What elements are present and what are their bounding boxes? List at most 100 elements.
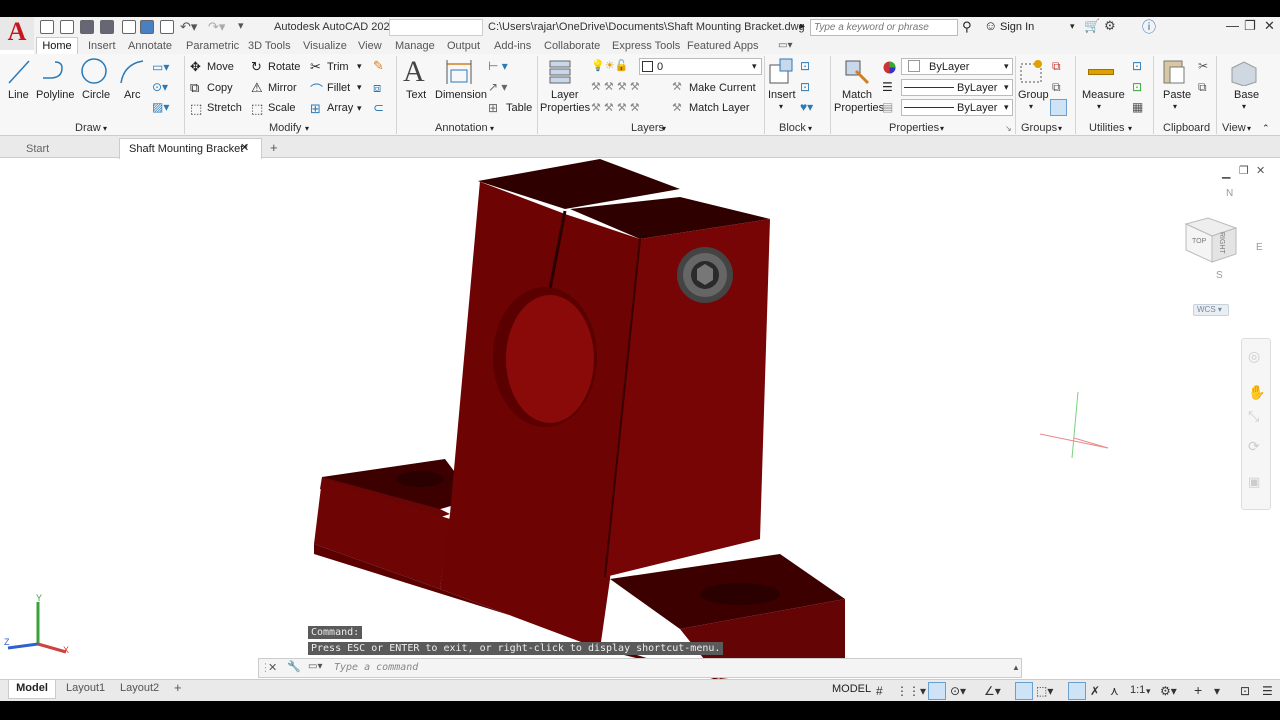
workspace-gear-icon[interactable]: ⚙▾ xyxy=(1160,684,1177,698)
table-button[interactable]: Table xyxy=(506,102,532,114)
insert-dropdown-icon[interactable]: ▾ xyxy=(779,102,783,111)
paste-dropdown-icon[interactable]: ▾ xyxy=(1173,102,1177,111)
circle-button[interactable]: Circle xyxy=(82,89,110,101)
layer-dropdown-arrow-icon[interactable]: ▾ xyxy=(752,61,757,72)
command-close-icon[interactable]: ✕ xyxy=(268,661,277,674)
save-as-icon[interactable] xyxy=(100,20,114,34)
leader-icon[interactable]: ⊢ ▾ xyxy=(488,59,508,73)
tab-express-tools[interactable]: Express Tools xyxy=(612,40,680,52)
ortho-toggle[interactable] xyxy=(928,682,946,700)
move-button[interactable]: Move xyxy=(207,61,234,73)
tab-layout1[interactable]: Layout1 xyxy=(66,682,105,694)
quick-select-icon[interactable]: ⊡ xyxy=(1132,59,1142,73)
save-icon[interactable] xyxy=(80,20,94,34)
scale-button[interactable]: Scale xyxy=(268,102,296,114)
stretch-button[interactable]: Stretch xyxy=(207,102,242,114)
annotation-panel-expand-icon[interactable]: ▾ xyxy=(490,124,494,133)
snap-icon[interactable]: ⋮⋮▾ xyxy=(896,684,926,698)
fillet-button[interactable]: Fillet xyxy=(327,82,350,94)
rotate-button[interactable]: Rotate xyxy=(268,61,300,73)
erase-icon[interactable]: ✎ xyxy=(373,58,384,74)
arc-button[interactable]: Arc xyxy=(124,89,141,101)
copy-clip-icon[interactable]: ⧉ xyxy=(1198,80,1207,95)
match-properties-label-2[interactable]: Properties xyxy=(834,102,884,114)
viewcube-top-label[interactable]: TOP xyxy=(1192,238,1206,245)
multileader-icon[interactable]: ↗ ▾ xyxy=(488,80,507,94)
viewcube-east-label[interactable]: E xyxy=(1256,242,1263,253)
annotation-scale-icon[interactable]: ⋏ xyxy=(1110,684,1119,698)
tab-parametric[interactable]: Parametric xyxy=(186,40,239,52)
edit-block-icon[interactable]: ⊡ xyxy=(800,80,810,94)
minimize-icon[interactable]: — xyxy=(1226,18,1239,33)
mirror-button[interactable]: Mirror xyxy=(268,82,297,94)
measure-dropdown-icon[interactable]: ▾ xyxy=(1097,102,1101,111)
customize-status-icon[interactable]: ☰ xyxy=(1262,684,1273,698)
gradient-icon[interactable]: ▨▾ xyxy=(152,100,169,114)
trim-button[interactable]: Trim xyxy=(327,61,349,73)
share-icon[interactable] xyxy=(140,20,154,34)
draw-panel-expand-icon[interactable]: ▾ xyxy=(103,124,107,133)
tab-add-ins[interactable]: Add-ins xyxy=(494,40,531,52)
steering-wheel-icon[interactable]: ◎ xyxy=(1248,348,1260,365)
properties-panel-label[interactable]: Properties xyxy=(889,122,939,134)
tab-layout2[interactable]: Layout2 xyxy=(120,682,159,694)
properties-panel-expand-icon[interactable]: ▾ xyxy=(940,124,944,133)
array-button[interactable]: Array xyxy=(327,102,353,114)
layers-panel-expand-icon[interactable]: ▾ xyxy=(662,124,666,133)
tab-collaborate[interactable]: Collaborate xyxy=(544,40,600,52)
viewport-restore-icon[interactable]: ❐ xyxy=(1239,164,1249,177)
dynamic-ucs-toggle[interactable] xyxy=(1015,682,1033,700)
viewport-minimize-icon[interactable]: ▁ xyxy=(1222,166,1230,179)
copy-button[interactable]: Copy xyxy=(207,82,233,94)
tab-home[interactable]: Home xyxy=(36,37,78,55)
layer-properties-label-1[interactable]: Layer xyxy=(551,89,579,101)
sign-in-dropdown-icon[interactable]: ▾ xyxy=(1070,21,1075,32)
groups-panel-expand-icon[interactable]: ▾ xyxy=(1058,124,1062,133)
expand-arrow-icon[interactable]: ▸ xyxy=(800,21,805,32)
groups-panel-label[interactable]: Groups xyxy=(1021,122,1057,134)
insert-button[interactable]: Insert xyxy=(768,89,796,101)
wcs-menu[interactable]: WCS ▾ xyxy=(1193,304,1229,316)
modify-panel-expand-icon[interactable]: ▾ xyxy=(305,124,309,133)
base-button[interactable]: Base xyxy=(1234,89,1259,101)
calculator-icon[interactable]: ▦ xyxy=(1132,100,1143,114)
binoculars-icon[interactable]: ⚲ xyxy=(962,19,972,35)
new-file-icon[interactable] xyxy=(40,20,54,34)
group-button[interactable]: Group xyxy=(1018,89,1049,101)
command-customize-icon[interactable]: 🔧 xyxy=(287,660,301,673)
fillet-dropdown-icon[interactable]: ▾ xyxy=(357,82,362,93)
ribbon-toggle-icon[interactable]: ▭▾ xyxy=(778,40,792,51)
units-icon[interactable]: ▾ xyxy=(1214,684,1220,698)
application-menu-button[interactable]: A xyxy=(0,17,34,50)
hatch-icon[interactable]: ⊙▾ xyxy=(152,80,168,94)
edit-attributes-icon[interactable]: ♥▾ xyxy=(800,100,813,114)
auto-scale-icon[interactable]: ✗ xyxy=(1090,684,1100,698)
annotation-monitor-icon[interactable]: + xyxy=(1194,682,1202,698)
make-current-button[interactable]: Make Current xyxy=(689,82,756,94)
cloud-icon[interactable] xyxy=(122,20,136,34)
tab-model[interactable]: Model xyxy=(8,680,56,699)
draw-panel-label[interactable]: Draw xyxy=(75,122,101,134)
print-icon[interactable] xyxy=(160,20,174,34)
viewport-close-icon[interactable]: ✕ xyxy=(1256,164,1265,177)
lineweight-dropdown-arrow-icon[interactable]: ▾ xyxy=(1004,102,1009,113)
showmotion-icon[interactable]: ▣ xyxy=(1248,474,1260,490)
rectangle-icon[interactable]: ▭▾ xyxy=(152,60,169,74)
orbit-icon[interactable]: ⟳ xyxy=(1248,438,1260,455)
match-properties-label-1[interactable]: Match xyxy=(842,89,872,101)
help-icon[interactable]: ⓘ xyxy=(1142,17,1156,37)
tab-insert[interactable]: Insert xyxy=(88,40,116,52)
measure-button[interactable]: Measure xyxy=(1082,89,1125,101)
tab-start[interactable]: Start xyxy=(0,139,118,158)
layers-panel-label[interactable]: Layers xyxy=(631,122,664,134)
viewcube-north-label[interactable]: N xyxy=(1226,188,1233,199)
array-dropdown-icon[interactable]: ▾ xyxy=(357,103,362,114)
tab-manage[interactable]: Manage xyxy=(395,40,435,52)
utilities-panel-expand-icon[interactable]: ▾ xyxy=(1128,124,1132,133)
layer-tools-row2-icons[interactable]: ⚒ ⚒ ⚒ ⚒ xyxy=(591,101,640,114)
annotation-scale-value[interactable]: 1:1 xyxy=(1130,684,1145,696)
viewcube-right-label[interactable]: RIGHT xyxy=(1218,232,1225,254)
customize-qat-icon[interactable]: ▾ xyxy=(238,19,244,32)
zoom-icon[interactable]: ⤡ xyxy=(1248,408,1259,425)
close-tab-icon[interactable]: ✕ xyxy=(240,141,249,154)
